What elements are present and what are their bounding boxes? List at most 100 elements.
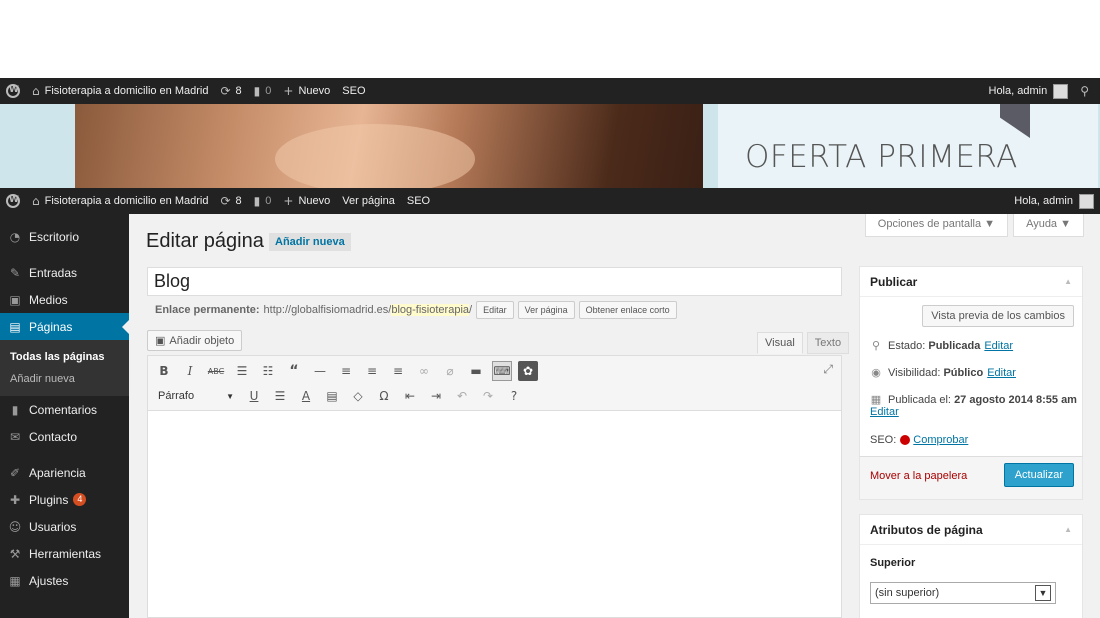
- text-color-icon[interactable]: A: [296, 386, 316, 406]
- page-title: Editar página: [146, 230, 264, 252]
- page-attributes-header[interactable]: Atributos de página ▲: [860, 515, 1082, 545]
- chevron-down-icon: ▼: [1035, 585, 1051, 601]
- comments-link[interactable]: ▮ 0: [248, 188, 278, 214]
- tools-icon: ⚒: [9, 546, 21, 561]
- publish-header[interactable]: Publicar ▲: [860, 267, 1082, 297]
- permalink-base: http://globalfisiomadrid.es/: [263, 304, 392, 316]
- view-page-link[interactable]: Ver página: [336, 188, 401, 214]
- bullet-list-icon[interactable]: ☰: [232, 361, 252, 381]
- sidebar-item-label: Plugins: [29, 492, 69, 507]
- read-more-icon[interactable]: ▬: [466, 361, 486, 381]
- align-center-icon[interactable]: ≡: [362, 361, 382, 381]
- undo-icon[interactable]: ↶: [452, 386, 472, 406]
- redo-icon[interactable]: ↷: [478, 386, 498, 406]
- help-icon[interactable]: ?: [504, 386, 524, 406]
- settings-icon: ▦: [9, 573, 21, 588]
- submenu-all-pages[interactable]: Todas las páginas: [0, 346, 129, 368]
- collapse-icon[interactable]: ▲: [1064, 277, 1072, 286]
- seo-status-icon: [900, 435, 911, 445]
- comments-link[interactable]: ▮ 0: [248, 78, 278, 104]
- sidebar-item-herramientas[interactable]: ⚒ Herramientas: [0, 540, 129, 567]
- collapse-icon[interactable]: ▲: [1064, 525, 1072, 534]
- justify-icon[interactable]: ☰: [270, 386, 290, 406]
- tab-visual[interactable]: Visual: [757, 332, 803, 354]
- edit-status-link[interactable]: Editar: [984, 340, 1013, 352]
- permalink-slug[interactable]: blog-fisioterapia: [391, 304, 469, 316]
- update-count-badge: 4: [73, 493, 87, 506]
- italic-icon[interactable]: I: [180, 361, 200, 381]
- sidebar-item-plugins[interactable]: ✚ Plugins 4: [0, 486, 129, 513]
- sidebar-item-ajustes[interactable]: ▦ Ajustes: [0, 567, 129, 594]
- updates-link[interactable]: ⟳ 8: [214, 188, 247, 214]
- sidebar-item-escritorio[interactable]: ◔ Escritorio: [0, 223, 129, 250]
- sidebar-item-medios[interactable]: ▣ Medios: [0, 286, 129, 313]
- sidebar-item-comentarios[interactable]: ▮ Comentarios: [0, 396, 129, 423]
- special-character-icon[interactable]: Ω: [374, 386, 394, 406]
- horizontal-rule-icon[interactable]: —: [310, 361, 330, 381]
- users-icon: ☺: [8, 519, 22, 534]
- clear-formatting-icon[interactable]: ◇: [348, 386, 368, 406]
- sidebar-item-contacto[interactable]: ✉ Contacto: [0, 423, 129, 450]
- sidebar-item-usuarios[interactable]: ☺ Usuarios: [0, 513, 129, 540]
- site-name-link[interactable]: ⌂ Fisioterapia a domicilio en Madrid: [26, 78, 214, 104]
- new-content-link[interactable]: + Nuevo: [277, 78, 336, 104]
- bold-icon[interactable]: B: [154, 361, 174, 381]
- plus-icon: +: [283, 194, 294, 208]
- view-page-button[interactable]: Ver página: [517, 301, 575, 319]
- wordpress-logo-button[interactable]: [0, 188, 26, 214]
- media-icon: ▣: [155, 334, 166, 347]
- new-content-link[interactable]: + Nuevo: [277, 188, 336, 214]
- seo-label: SEO: [406, 195, 431, 207]
- screen-options-button[interactable]: Opciones de pantalla ▼: [864, 214, 1009, 237]
- get-shortlink-button[interactable]: Obtener enlace corto: [578, 301, 677, 319]
- edit-visibility-link[interactable]: Editar: [987, 367, 1016, 379]
- post-title-input[interactable]: Blog: [147, 267, 842, 296]
- update-button[interactable]: Actualizar: [1003, 463, 1074, 487]
- seo-link[interactable]: SEO: [336, 78, 371, 104]
- indent-icon[interactable]: ⇥: [426, 386, 446, 406]
- content-editor: B I ABC ☰ ☷ “ — ≡ ≡ ≡ ∞ ⌀ ▬ ⌨ ✿ ⤢ Párraf…: [147, 355, 842, 618]
- site-name-label: Fisioterapia a domicilio en Madrid: [44, 85, 209, 97]
- seo-link[interactable]: SEO: [401, 188, 436, 214]
- move-to-trash-link[interactable]: Mover a la papelera: [870, 470, 967, 482]
- account-link[interactable]: Hola, admin: [1008, 188, 1100, 214]
- account-link[interactable]: Hola, admin: [983, 78, 1075, 104]
- fullscreen-icon[interactable]: ⤢: [823, 362, 833, 377]
- sidebar-item-apariencia[interactable]: ✐ Apariencia: [0, 459, 129, 486]
- blockquote-icon[interactable]: “: [284, 361, 304, 381]
- link-icon[interactable]: ∞: [414, 361, 434, 381]
- parent-select[interactable]: (sin superior) ▼: [870, 582, 1056, 604]
- site-name-link[interactable]: ⌂ Fisioterapia a domicilio en Madrid: [26, 188, 214, 214]
- sidebar-item-label: Entradas: [29, 265, 78, 280]
- published-row: ▦ Publicada el: 27 agosto 2014 8:55 am Edi…: [870, 393, 1080, 418]
- edit-date-link[interactable]: Editar: [870, 406, 899, 418]
- unlink-icon[interactable]: ⌀: [440, 361, 460, 381]
- visibility-label: Visibilidad:: [888, 366, 941, 379]
- outdent-icon[interactable]: ⇤: [400, 386, 420, 406]
- align-right-icon[interactable]: ≡: [388, 361, 408, 381]
- help-button[interactable]: Ayuda ▼: [1013, 214, 1084, 237]
- toolbar-toggle-icon[interactable]: ⌨: [492, 361, 512, 381]
- add-media-button[interactable]: ▣ Añadir objeto: [147, 330, 243, 351]
- paste-text-icon[interactable]: ▤: [322, 386, 342, 406]
- underline-icon[interactable]: U: [244, 386, 264, 406]
- align-left-icon[interactable]: ≡: [336, 361, 356, 381]
- wordpress-logo-button[interactable]: [0, 78, 26, 104]
- submenu-add-new[interactable]: Añadir nueva: [0, 368, 129, 390]
- plugin-button-icon[interactable]: ✿: [518, 361, 538, 381]
- sidebar-item-paginas[interactable]: ▤ Páginas: [0, 313, 129, 340]
- seo-check-link[interactable]: Comprobar: [913, 434, 968, 446]
- add-new-button[interactable]: Añadir nueva: [269, 233, 351, 251]
- format-select[interactable]: Párrafo ▼: [154, 387, 238, 405]
- updates-link[interactable]: ⟳ 8: [214, 78, 247, 104]
- comments-count: 0: [265, 85, 272, 97]
- preview-changes-button[interactable]: Vista previa de los cambios: [922, 305, 1074, 327]
- parent-label: Superior: [870, 557, 916, 569]
- edit-permalink-button[interactable]: Editar: [476, 301, 514, 319]
- offer-text: OFERTA PRIMERA: [745, 139, 1018, 175]
- tab-text[interactable]: Texto: [806, 332, 850, 354]
- strikethrough-icon[interactable]: ABC: [206, 361, 226, 381]
- sidebar-item-entradas[interactable]: ✎ Entradas: [0, 259, 129, 286]
- search-button[interactable]: ⚲: [1074, 78, 1100, 104]
- numbered-list-icon[interactable]: ☷: [258, 361, 278, 381]
